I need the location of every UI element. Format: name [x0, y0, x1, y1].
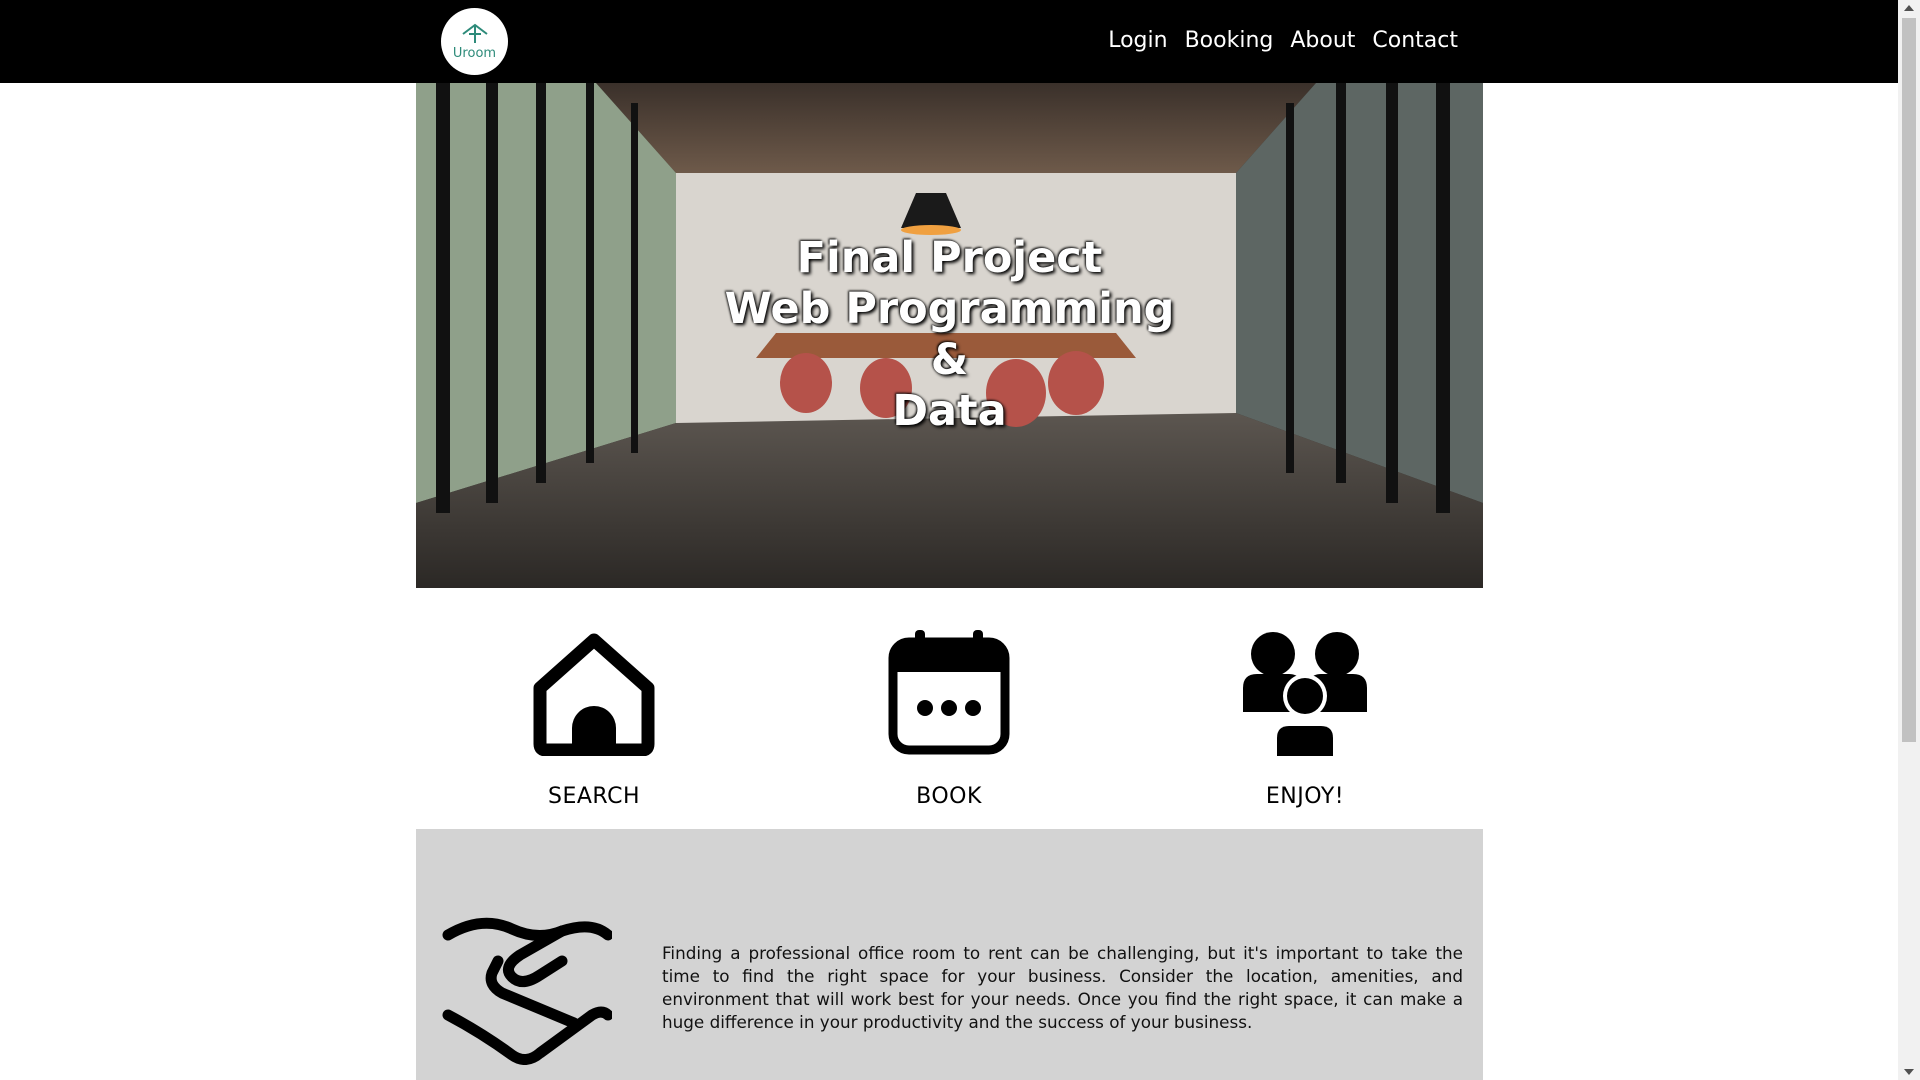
scroll-thumb[interactable]	[1902, 18, 1916, 742]
hero-title-line: Data	[892, 386, 1007, 436]
hero-title-line: &	[930, 335, 969, 385]
feature-search: SEARCH	[494, 628, 694, 809]
house-logo-icon	[461, 23, 488, 43]
hero-title-line: Web Programming	[724, 284, 1175, 334]
feature-enjoy: ENJOY!	[1205, 628, 1405, 809]
feature-label-book: BOOK	[916, 784, 982, 809]
people-group-icon	[1243, 632, 1367, 756]
scroll-up-icon[interactable]	[1904, 5, 1914, 11]
nav-links: Login Booking About Contact	[1108, 28, 1458, 53]
logo-text: Uroom	[452, 45, 497, 61]
house-icon	[533, 633, 655, 757]
feature-book: BOOK	[849, 628, 1049, 809]
scrollbar[interactable]	[1898, 0, 1920, 1080]
hero-title: Final Project Web Programming & Data	[416, 233, 1483, 437]
hero-banner: Final Project Web Programming & Data	[416, 83, 1483, 588]
feature-label-search: SEARCH	[547, 784, 640, 809]
hero-title-line: Final Project	[796, 233, 1103, 283]
navbar: Uroom Login Booking About Contact	[0, 0, 1898, 83]
nav-link-contact[interactable]: Contact	[1372, 28, 1458, 53]
features-row: SEARCH BOOK ENJOY!	[416, 588, 1483, 829]
scroll-down-icon[interactable]	[1904, 1069, 1914, 1075]
handshake-icon	[442, 917, 612, 1065]
logo[interactable]: Uroom	[441, 8, 508, 75]
calendar-icon	[888, 630, 1010, 755]
nav-link-login[interactable]: Login	[1108, 28, 1167, 53]
about-text: Finding a professional office room to re…	[662, 943, 1463, 1032]
feature-label-enjoy: ENJOY!	[1265, 784, 1345, 809]
about-section: Finding a professional office room to re…	[416, 829, 1483, 1080]
nav-link-booking[interactable]: Booking	[1185, 28, 1274, 53]
nav-link-about[interactable]: About	[1290, 28, 1355, 53]
